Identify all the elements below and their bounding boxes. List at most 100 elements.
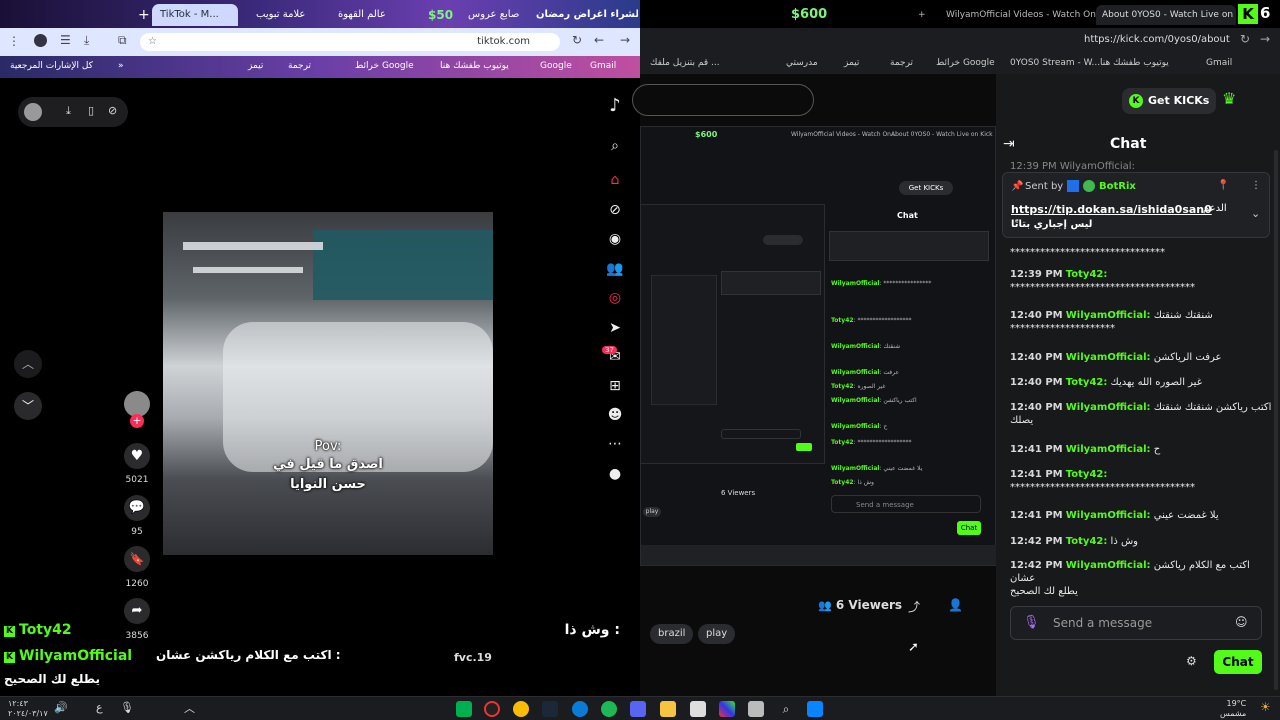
more-icon[interactable]: ⋯	[606, 435, 624, 453]
extensions-icon[interactable]: ⋮	[8, 34, 20, 48]
tab-5[interactable]: لشراء اغراض رمضان	[528, 4, 638, 26]
chat-user[interactable]: Toty42:	[1066, 469, 1108, 480]
profile-icon[interactable]: ☻	[606, 406, 624, 424]
forward-arrow-icon[interactable]: →	[620, 33, 630, 47]
left-url-field[interactable]: tiktok.com ☆	[140, 33, 560, 51]
tag-play[interactable]: play	[698, 624, 736, 644]
app-icon[interactable]	[484, 701, 500, 717]
next-video-button[interactable]: ﹀	[14, 392, 42, 420]
chrome-icon[interactable]	[513, 701, 529, 717]
bookmark-star-icon[interactable]: ☆	[148, 33, 157, 51]
share-arrow-icon[interactable]: ➦	[124, 598, 150, 624]
tab-tiktok[interactable]: TikTok - M...	[152, 4, 238, 26]
bookmark-stream[interactable]: 0YOS0 Stream - W...	[1010, 58, 1100, 68]
app-icon[interactable]	[456, 701, 472, 717]
chat-user[interactable]: WilyamOfficial:	[1066, 560, 1151, 571]
chat-user[interactable]: WilyamOfficial:	[1066, 510, 1151, 521]
edge-icon[interactable]	[572, 701, 588, 717]
kick-search-box[interactable]	[632, 84, 814, 116]
store-icon[interactable]	[690, 701, 706, 717]
chat-scrollbar[interactable]	[1274, 150, 1278, 690]
bookmark-maps[interactable]: خرائط Google	[355, 61, 414, 71]
copilot-icon[interactable]	[719, 701, 735, 717]
bookmark-translate[interactable]: ترجمة	[288, 61, 311, 71]
chat-user[interactable]: Toty42:	[1066, 377, 1108, 388]
like-heart-icon[interactable]: ♥	[124, 443, 150, 469]
settings-gear-icon[interactable]: ⚙	[1186, 654, 1197, 668]
bookmark-teams[interactable]: تيمز	[844, 58, 859, 68]
bookmark-translate[interactable]: ترجمة	[890, 58, 913, 68]
clock[interactable]: ١٢:٤٣ ٢٠٢٤/٠٣/١٧	[8, 699, 48, 719]
spotify-icon[interactable]	[601, 701, 617, 717]
search-icon[interactable]: ⌕	[778, 701, 794, 717]
get-kicks-button[interactable]: K Get KICKs	[1122, 88, 1216, 114]
pinned-link[interactable]: https://tip.dokan.sa/ishida0san0	[1011, 203, 1212, 216]
discord-icon[interactable]	[630, 701, 646, 717]
tiktok-video[interactable]: Pov: اصدق ما قيل في حسن النوايا	[163, 212, 493, 555]
microphone-icon[interactable]: 🎙	[1023, 615, 1040, 630]
follow-plus-icon[interactable]: +	[130, 414, 144, 428]
tab-2[interactable]: علامة تبويب	[248, 4, 318, 26]
chevron-icon[interactable]: »	[118, 61, 124, 71]
chat-user[interactable]: WilyamOfficial:	[1066, 310, 1151, 321]
live-icon[interactable]: ◉	[606, 230, 624, 248]
app-icon[interactable]: ●	[606, 465, 624, 483]
windows-start-icon[interactable]	[807, 701, 823, 717]
follow-user-icon[interactable]: 👤	[948, 598, 963, 612]
home-icon[interactable]: ⌂	[606, 171, 624, 189]
send-icon[interactable]: ➤	[606, 319, 624, 337]
compass-icon[interactable]: ⊘	[108, 104, 117, 117]
chat-input[interactable]: 🎙 Send a message ☺	[1010, 606, 1262, 640]
chat-user[interactable]: WilyamOfficial:	[1066, 352, 1151, 363]
weather-widget[interactable]: 19°C مشمس	[1220, 699, 1246, 719]
volume-icon[interactable]: 🔊	[54, 701, 68, 714]
right-url[interactable]: https://kick.com/0yos0/about	[1084, 34, 1230, 45]
globe-icon[interactable]	[24, 103, 42, 121]
bookmark-maps[interactable]: خرائط Google	[936, 58, 995, 68]
chat-user[interactable]: Toty42:	[1066, 269, 1108, 280]
folder-icon[interactable]	[660, 701, 676, 717]
extension-puzzle-icon[interactable]: ⧉	[118, 33, 127, 48]
bookmark-gmail[interactable]: Gmail	[590, 61, 616, 71]
steam-icon[interactable]	[542, 701, 558, 717]
back-arrow-icon[interactable]: →	[1260, 32, 1270, 46]
following-icon[interactable]: 👥	[606, 260, 624, 278]
tag-brazil[interactable]: brazil	[650, 624, 694, 644]
bookmark-school[interactable]: مدرستي	[786, 58, 818, 68]
kebab-menu-icon[interactable]: ⋮	[1251, 180, 1261, 191]
tray-chevron-icon[interactable]: ︿	[184, 700, 195, 716]
tab-4[interactable]: اصابع عروس	[460, 4, 520, 26]
microphone-icon[interactable]: 🎙	[120, 701, 134, 714]
bookmark-gmail[interactable]: Gmail	[1206, 58, 1232, 68]
emoji-icon[interactable]: ☺	[1235, 615, 1248, 629]
new-tab-button[interactable]: +	[912, 5, 928, 25]
language-indicator[interactable]: ع	[96, 701, 103, 714]
bookmark-icon[interactable]: 🔖	[124, 546, 150, 572]
bookmark-youtube[interactable]: يوتيوب طفشك هنا	[1100, 58, 1169, 68]
search-icon[interactable]: ⌕	[606, 137, 624, 155]
explore-icon[interactable]: ⊘	[606, 201, 624, 219]
app-icon[interactable]	[748, 701, 764, 717]
bookmark-youtube[interactable]: يوتيوب طفشك هنا	[440, 61, 509, 71]
chat-send-button[interactable]: Chat	[1214, 650, 1262, 674]
chevron-down-icon[interactable]: ⌄	[1251, 207, 1260, 220]
all-bookmarks[interactable]: كل الإشارات المرجعية	[10, 61, 93, 71]
upload-icon[interactable]: ⊞	[606, 377, 624, 395]
tab-3[interactable]: عالم القهوة	[330, 4, 410, 26]
tab-wilyam-videos[interactable]: WilyamOfficial Videos - Watch On...	[940, 5, 1100, 25]
chat-user[interactable]: WilyamOfficial:	[1066, 402, 1151, 413]
comment-icon[interactable]: 💬	[124, 495, 150, 521]
previous-video-button[interactable]: ︿	[14, 350, 42, 378]
reload-icon[interactable]: ↻	[1240, 32, 1250, 46]
badge-icon[interactable]: ♛	[1222, 89, 1236, 108]
friends-icon[interactable]: ◎	[606, 289, 624, 307]
menu-icon[interactable]: ☰	[60, 33, 71, 47]
bookmark-google[interactable]: Google	[540, 61, 572, 71]
collapse-chat-icon[interactable]: ⇥	[1003, 136, 1015, 152]
unpin-icon[interactable]: 📍	[1217, 180, 1229, 191]
share-icon[interactable]: ⤴	[908, 598, 920, 615]
back-arrow-icon[interactable]: ←	[594, 33, 604, 47]
download-icon[interactable]: ⤓	[84, 33, 89, 48]
tiktok-logo-icon[interactable]: ♪	[606, 97, 624, 115]
bookmark-teams[interactable]: تيمز	[248, 61, 263, 71]
